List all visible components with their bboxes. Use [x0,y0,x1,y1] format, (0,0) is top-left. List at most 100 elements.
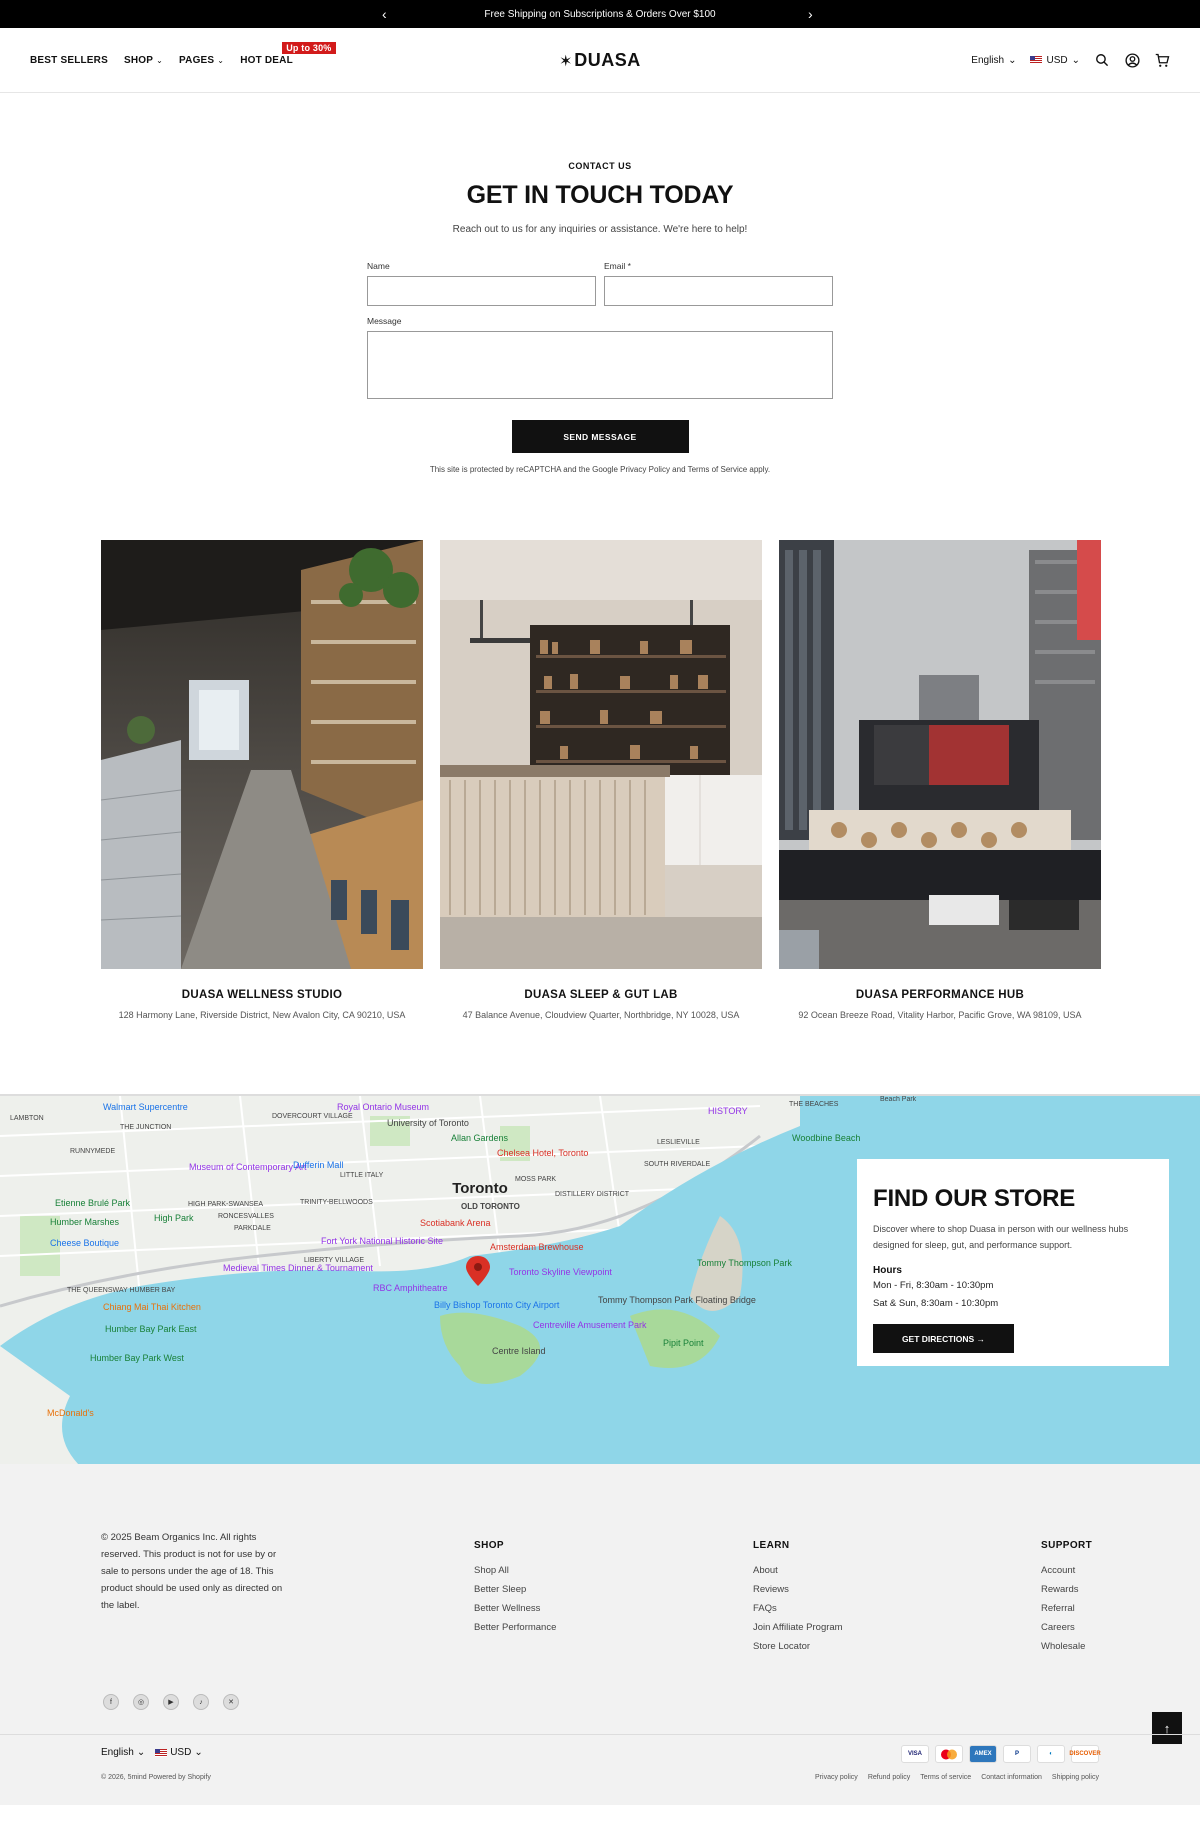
footer-link[interactable]: Reviews [753,1584,843,1595]
us-flag-icon [155,1748,168,1757]
footer-col-support: SUPPORT Account Rewards Referral Careers… [1041,1540,1092,1660]
map-label: THE JUNCTION [120,1124,171,1131]
privacy-policy-link[interactable]: Privacy policy [815,1774,858,1781]
map-label: Scotiabank Arena [420,1218,491,1228]
map-label: LAMBTON [10,1115,44,1122]
map-label: Beach Park [880,1096,917,1103]
map-label: Medieval Times Dinner & Tournament [223,1263,373,1273]
store-card: DUASA WELLNESS STUDIO 128 Harmony Lane, … [101,540,423,1024]
star-logo-icon [560,54,571,66]
map-label: Centreville Amusement Park [533,1320,647,1330]
footer-link[interactable]: Rewards [1041,1584,1092,1595]
footer-link[interactable]: Account [1041,1565,1092,1576]
footer-link[interactable]: Referral [1041,1603,1092,1614]
nav-hot-deal[interactable]: HOT DEAL Up to 30% [240,41,336,66]
footer-copyright: © 2025 Beam Organics Inc. All rights res… [101,1532,283,1611]
nav-label: HOT DEAL [240,54,293,66]
chevron-right-icon[interactable]: › [808,6,813,22]
footer-link[interactable]: About [753,1565,843,1576]
map-label: HISTORY [708,1106,748,1116]
footer-link[interactable]: Better Performance [474,1622,556,1633]
map-label: Museum of Contemporary Art [189,1162,307,1172]
footer-link[interactable]: Careers [1041,1622,1092,1633]
x-icon[interactable]: ✕ [223,1694,239,1710]
site-logo[interactable]: DUASA [559,50,641,71]
store-name: DUASA SLEEP & GUT LAB [524,989,678,1001]
store-card: DUASA PERFORMANCE HUB 92 Ocean Breeze Ro… [779,540,1101,1024]
footer-link[interactable]: Wholesale [1041,1641,1092,1652]
map-label: High Park [154,1213,194,1223]
instagram-icon[interactable]: ◎ [133,1694,149,1710]
terms-of-service-link[interactable]: Terms of service [920,1774,971,1781]
chevron-down-icon: ⌄ [194,1747,203,1758]
footer-link[interactable]: Better Sleep [474,1584,556,1595]
email-field[interactable] [604,276,833,306]
chevron-left-icon[interactable]: ‹ [382,6,387,22]
stores-section: DUASA WELLNESS STUDIO 128 Harmony Lane, … [0,540,1200,1024]
language-selector[interactable]: English ⌄ [971,55,1016,66]
cart-icon[interactable] [1154,52,1170,68]
footer-col-learn: LEARN About Reviews FAQs Join Affiliate … [753,1540,843,1660]
get-directions-button[interactable]: GET DIRECTIONS → [873,1324,1014,1353]
us-flag-icon [1030,56,1043,64]
contact-eyebrow: CONTACT US [568,161,632,171]
main-nav: BEST SELLERS SHOP ⌄ PAGES ⌄ HOT DEAL Up to … [30,41,336,66]
nav-best-sellers[interactable]: BEST SELLERS [30,55,108,66]
language-value: English [101,1747,134,1758]
map-label: University of Toronto [387,1118,469,1128]
message-label: Message [367,316,402,326]
footer-link[interactable]: Better Wellness [474,1603,556,1614]
search-icon[interactable] [1094,52,1110,68]
footer-link[interactable]: Join Affiliate Program [753,1622,843,1633]
diners-club-icon: ◐ [1037,1745,1065,1763]
map-label: Humber Bay Park West [90,1353,184,1363]
refund-policy-link[interactable]: Refund policy [868,1774,910,1781]
map-label: Centre Island [492,1346,546,1356]
message-field[interactable] [367,331,833,399]
store-address: 92 Ocean Breeze Road, Vitality Harbor, P… [798,1010,1082,1020]
contact-section: CONTACT US GET IN TOUCH TODAY Reach out … [0,93,1200,474]
mastercard-icon [935,1745,963,1763]
map-label: DISTILLERY DISTRICT [555,1191,630,1198]
footer-language-selector[interactable]: English ⌄ [101,1747,145,1758]
store-address: 47 Balance Avenue, Cloudview Quarter, No… [462,1010,740,1020]
youtube-icon[interactable]: ▶ [163,1694,179,1710]
map-label: DOVERCOURT VILLAGE [272,1113,353,1120]
footer-col-shop: SHOP Shop All Better Sleep Better Wellne… [474,1540,556,1641]
footer-heading: LEARN [753,1540,790,1551]
page-title: GET IN TOUCH TODAY [466,181,734,209]
map-label: Woodbine Beach [792,1133,860,1143]
shipping-policy-link[interactable]: Shipping policy [1052,1774,1099,1781]
account-icon[interactable] [1124,52,1140,68]
footer-link[interactable]: FAQs [753,1603,843,1614]
contact-information-link[interactable]: Contact information [981,1774,1042,1781]
nav-pages[interactable]: PAGES ⌄ [179,55,224,66]
footer-link[interactable]: Shop All [474,1565,556,1576]
map-label: TRINITY-BELLWOODS [300,1199,373,1206]
back-to-top-button[interactable]: ↑ [1152,1712,1182,1744]
currency-selector[interactable]: USD ⌄ [1030,55,1080,66]
footer-link[interactable]: Store Locator [753,1641,843,1652]
find-store-title: FIND OUR STORE [873,1185,1076,1212]
name-field[interactable] [367,276,596,306]
nav-shop[interactable]: SHOP ⌄ [124,55,163,66]
map-label: McDonald's [47,1408,94,1418]
map-label: Royal Ontario Museum [337,1102,429,1112]
powered-by: © 2026, 5mind Powered by Shopify [101,1774,211,1781]
facebook-icon[interactable]: f [103,1694,119,1710]
footer-heading: SHOP [474,1540,504,1551]
site-footer: © 2025 Beam Organics Inc. All rights res… [0,1464,1200,1805]
hours-weekday: Mon - Fri, 8:30am - 10:30pm [873,1280,994,1291]
footer-currency-selector[interactable]: USD ⌄ [155,1747,203,1758]
tiktok-icon[interactable]: ♪ [193,1694,209,1710]
store-card: DUASA SLEEP & GUT LAB 47 Balance Avenue,… [440,540,762,1024]
map-label: Amsterdam Brewhouse [490,1242,584,1252]
map-label: THE QUEENSWAY HUMBER BAY [67,1287,176,1294]
store-photo-performance-hub [779,540,1101,969]
store-photo-wellness-studio [101,540,423,969]
map-label: Etienne Brulé Park [55,1198,131,1208]
map-label: Tommy Thompson Park [697,1258,792,1268]
map-label: LITTLE ITALY [340,1172,384,1179]
map-label: Allan Gardens [451,1133,509,1143]
send-message-button[interactable]: SEND MESSAGE [511,420,689,453]
